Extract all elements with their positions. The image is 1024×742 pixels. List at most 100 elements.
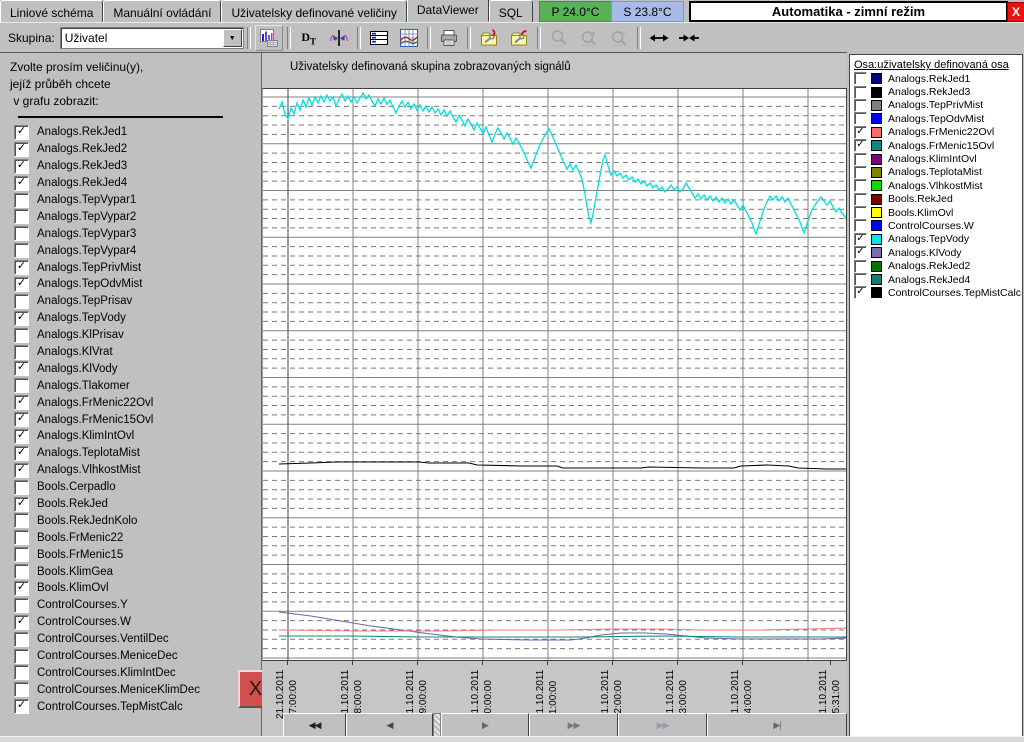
time-axis-label: 21.10.2011 07:00:00 (274, 655, 300, 719)
checkbox-unchecked-icon[interactable] (854, 193, 867, 206)
app-close-button[interactable]: X (1007, 2, 1024, 22)
checkbox-unchecked-icon[interactable] (854, 99, 867, 112)
group-select[interactable]: Uživatel ▼ (60, 27, 244, 49)
checkbox-checked-icon[interactable]: ✓ (854, 286, 867, 299)
export-settings-icon[interactable] (505, 25, 533, 51)
series-color-swatch (871, 127, 882, 138)
checkbox-unchecked-icon[interactable] (854, 179, 867, 192)
print-icon[interactable] (435, 25, 463, 51)
checkbox-checked-icon[interactable]: ✓ (14, 429, 29, 444)
checkbox-unchecked-icon[interactable] (14, 682, 29, 697)
checkbox-checked-icon[interactable]: ✓ (854, 246, 867, 259)
checkbox-checked-icon[interactable]: ✓ (14, 581, 29, 596)
checkbox-checked-icon[interactable]: ✓ (14, 615, 29, 630)
import-settings-icon[interactable] (475, 25, 503, 51)
signal-label: Analogs.RekJed1 (37, 126, 127, 138)
series-color-swatch (871, 207, 882, 218)
checkbox-unchecked-icon[interactable] (14, 328, 29, 343)
checkbox-unchecked-icon[interactable] (854, 219, 867, 232)
checkbox-checked-icon[interactable]: ✓ (14, 142, 29, 157)
chevron-down-icon[interactable]: ▼ (223, 29, 242, 47)
chart-plot-area[interactable] (262, 88, 847, 661)
tab-sql[interactable]: SQL (489, 0, 533, 22)
checkbox-unchecked-icon[interactable] (14, 193, 29, 208)
nav-step-right-button[interactable]: ▶ (441, 713, 529, 737)
signal-row: Bools.Cerpadlo (0, 479, 261, 496)
checkbox-unchecked-icon[interactable] (14, 649, 29, 664)
checkbox-checked-icon[interactable]: ✓ (14, 463, 29, 478)
checkbox-unchecked-icon[interactable] (14, 665, 29, 680)
checkbox-unchecked-icon[interactable] (854, 153, 867, 166)
legend-row: Analogs.RekJed3 (852, 85, 1020, 98)
checkbox-unchecked-icon[interactable] (854, 166, 867, 179)
signal-row: Analogs.TepVypar1 (0, 192, 261, 209)
signal-label: Bools.FrMenic22 (37, 532, 123, 544)
checkbox-unchecked-icon[interactable] (854, 206, 867, 219)
checkbox-unchecked-icon[interactable] (14, 345, 29, 360)
checkbox-unchecked-icon[interactable] (854, 86, 867, 99)
checkbox-checked-icon[interactable]: ✓ (14, 125, 29, 140)
curve-cursor-icon[interactable] (325, 25, 353, 51)
checkbox-unchecked-icon[interactable] (14, 513, 29, 528)
checkbox-unchecked-icon[interactable] (14, 243, 29, 258)
checkbox-unchecked-icon[interactable] (854, 273, 867, 286)
checkbox-unchecked-icon[interactable] (14, 530, 29, 545)
expand-horizontal-icon[interactable] (645, 25, 673, 51)
zoom-reset-icon[interactable] (545, 25, 573, 51)
legend-label: Bools.RekJed (888, 193, 953, 205)
checkbox-checked-icon[interactable]: ✓ (14, 497, 29, 512)
signal-label: Bools.KlimGea (37, 566, 113, 578)
checkbox-checked-icon[interactable]: ✓ (14, 395, 29, 410)
compress-horizontal-icon[interactable] (675, 25, 703, 51)
nav-page-left-button[interactable]: ◀ (346, 713, 433, 737)
legend-row: Bools.KlimOvl (852, 206, 1020, 219)
checkbox-unchecked-icon[interactable] (14, 294, 29, 309)
checkbox-checked-icon[interactable]: ✓ (14, 277, 29, 292)
nav-go-last-button[interactable]: ▶| (707, 713, 847, 737)
checkbox-unchecked-icon[interactable] (14, 209, 29, 224)
checkbox-checked-icon[interactable]: ✓ (854, 139, 867, 152)
zoom-next-icon[interactable] (605, 25, 633, 51)
zoom-prev-icon[interactable] (575, 25, 603, 51)
nav-page-right-button[interactable]: ▶▶ (529, 713, 618, 737)
checkbox-unchecked-icon[interactable] (854, 72, 867, 85)
checkbox-unchecked-icon[interactable] (14, 378, 29, 393)
checkbox-unchecked-icon[interactable] (14, 480, 29, 495)
signal-label: Analogs.RekJed4 (37, 177, 127, 189)
dt-icon[interactable]: DT (295, 25, 323, 51)
nav-jump-right-button[interactable]: ▶▶ (618, 713, 707, 737)
checkbox-checked-icon[interactable]: ✓ (14, 311, 29, 326)
signal-row: ✓Analogs.RekJed3 (0, 158, 261, 175)
checkbox-checked-icon[interactable]: ✓ (854, 233, 867, 246)
nav-go-first-button[interactable]: ◀◀ (283, 713, 346, 737)
checkbox-checked-icon[interactable]: ✓ (854, 126, 867, 139)
time-axis-label: 21.10.2011 08:00:00 (339, 655, 365, 719)
checkbox-unchecked-icon[interactable] (14, 632, 29, 647)
time-axis-label: 21.10.2011 15:31:00 (817, 655, 843, 719)
checkbox-unchecked-icon[interactable] (14, 547, 29, 562)
legend-row: ✓Analogs.KlVody (852, 246, 1020, 259)
checkbox-checked-icon[interactable]: ✓ (14, 176, 29, 191)
checkbox-unchecked-icon[interactable] (854, 260, 867, 273)
checkbox-unchecked-icon[interactable] (14, 598, 29, 613)
legend-row: Analogs.RekJed1 (852, 72, 1020, 85)
histogram-icon[interactable] (255, 25, 283, 51)
tab-manu-ln-ovl-d-n-[interactable]: Manuální ovládání (103, 0, 221, 22)
legend-label: Analogs.KlimIntOvl (888, 153, 977, 165)
checkbox-checked-icon[interactable]: ✓ (14, 446, 29, 461)
checkbox-unchecked-icon[interactable] (854, 112, 867, 125)
checkbox-checked-icon[interactable]: ✓ (14, 260, 29, 275)
checkbox-unchecked-icon[interactable] (14, 226, 29, 241)
tab-liniov-sch-ma[interactable]: Liniové schéma (0, 0, 103, 22)
checkbox-checked-icon[interactable]: ✓ (14, 699, 29, 714)
grid-chart-icon[interactable] (395, 25, 423, 51)
checkbox-unchecked-icon[interactable] (14, 564, 29, 579)
tab-u-ivatelsky-definovan-veli-iny[interactable]: Uživatelsky definované veličiny (221, 0, 406, 22)
tab-dataviewer[interactable]: DataViewer (407, 0, 489, 22)
checkbox-checked-icon[interactable]: ✓ (14, 412, 29, 427)
legend-label: Analogs.TepPrivMist (888, 99, 983, 111)
checkbox-checked-icon[interactable]: ✓ (14, 159, 29, 174)
list-view-icon[interactable] (365, 25, 393, 51)
checkbox-checked-icon[interactable]: ✓ (14, 361, 29, 376)
signal-label: Analogs.TepOdvMist (37, 278, 142, 290)
